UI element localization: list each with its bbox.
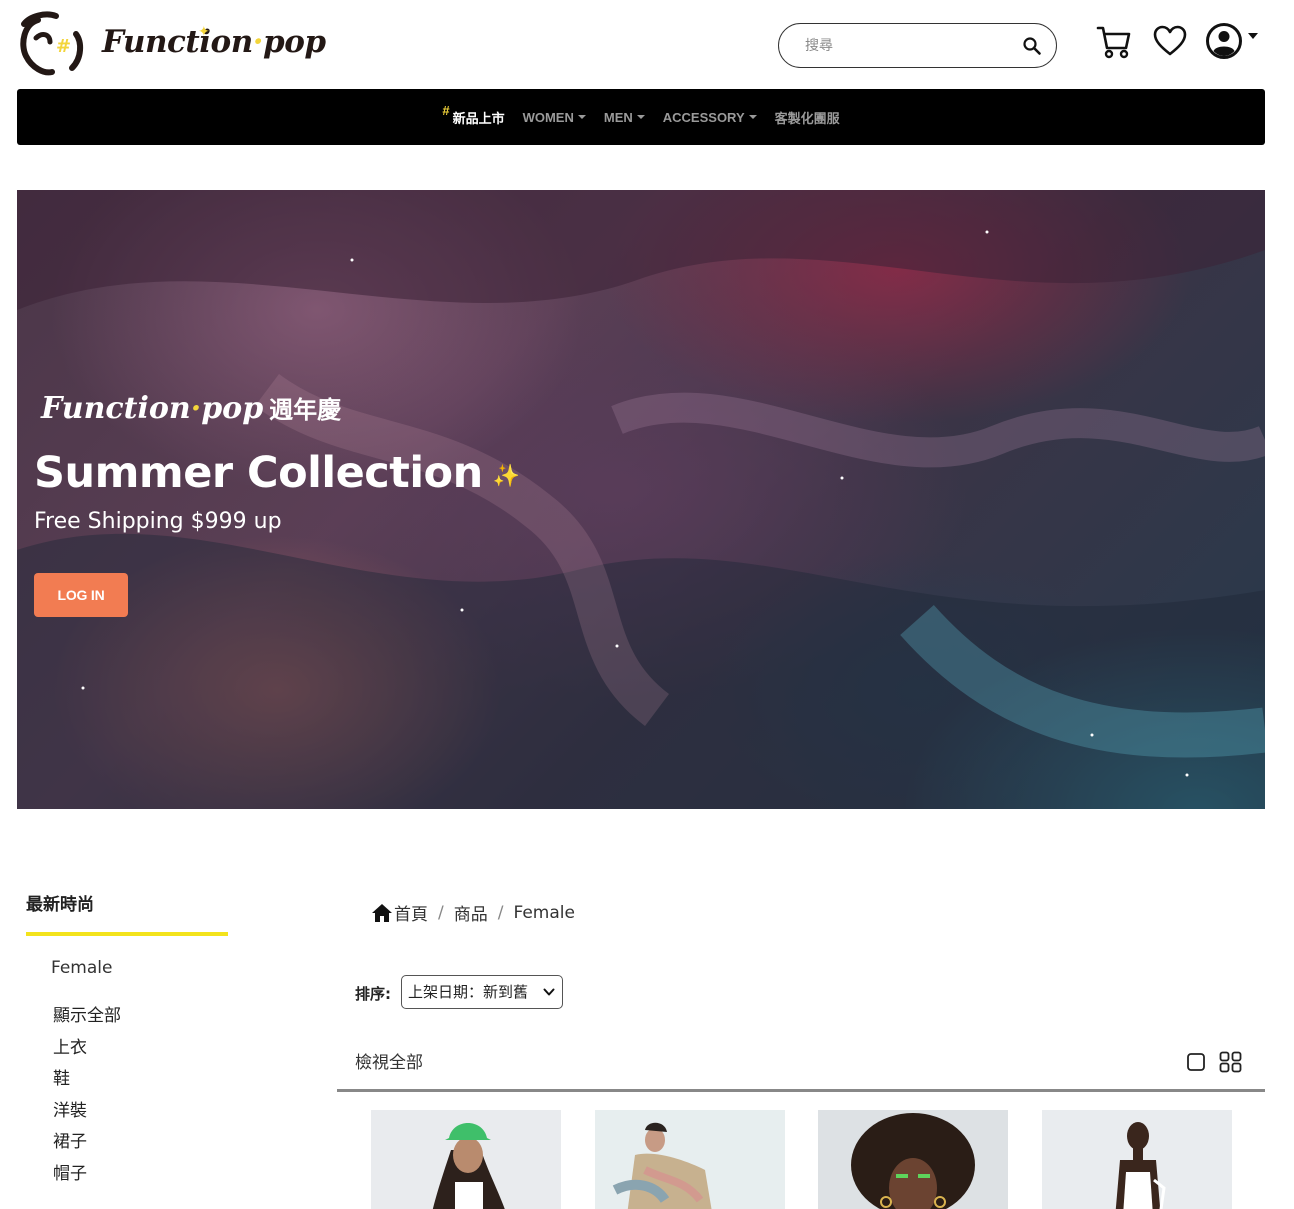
login-button[interactable]: LOG IN [34, 573, 128, 617]
hero-background-image [17, 190, 1265, 809]
product-card[interactable] [1042, 1110, 1232, 1209]
breadcrumb-current: Female [513, 902, 575, 923]
nav-label: WOMEN [522, 109, 574, 125]
sidebar-link-tops[interactable]: 上衣 [53, 1035, 121, 1067]
sidebar-link-show-all[interactable]: 顯示全部 [53, 1003, 121, 1035]
search-box [778, 23, 1057, 68]
chevron-down-icon[interactable] [543, 987, 555, 997]
nav-item-new-arrivals[interactable]: # 新品上市 [433, 103, 513, 127]
view-all-label: 檢視全部 [355, 1053, 423, 1073]
sidebar-link-list: 顯示全部 上衣 鞋 洋裝 裙子 帽子 [53, 1003, 121, 1193]
logo-sparkle-icon: ✦ [198, 24, 210, 40]
nav-label: 新品上市 [452, 110, 505, 126]
hash-icon: # [442, 102, 450, 118]
breadcrumb: 首頁 / 商品 / Female [371, 900, 575, 925]
brand-logo[interactable]: # Function·pop ✦ [16, 10, 326, 76]
nav-item-women[interactable]: WOMEN [514, 110, 595, 125]
caret-down-icon [577, 115, 586, 119]
product-card[interactable] [371, 1110, 561, 1209]
nav-label: 客製化團服 [774, 110, 840, 126]
hero-brand-logo: Function·pop [41, 391, 264, 426]
logo-wordmark: Function·pop [102, 24, 326, 60]
hero-brand: Function·pop 週年慶 [41, 390, 341, 426]
breadcrumb-home[interactable]: 首頁 [394, 900, 428, 925]
nav-item-custom-uniforms[interactable]: 客製化團服 [766, 108, 849, 127]
caret-down-icon [748, 115, 757, 119]
grid-view-icon[interactable] [1219, 1051, 1242, 1073]
sidebar-link-hats[interactable]: 帽子 [53, 1161, 121, 1193]
sidebar-link-dresses[interactable]: 洋裝 [53, 1098, 121, 1130]
logo-hash: # [56, 36, 71, 57]
product-image [818, 1110, 1008, 1209]
hero-title: Summer Collection ✨ [34, 448, 520, 498]
hero-subtitle: Free Shipping $999 up [34, 509, 282, 534]
sidebar-link-skirts[interactable]: 裙子 [53, 1129, 121, 1161]
sidebar-link-shoes[interactable]: 鞋 [53, 1066, 121, 1098]
breadcrumb-products[interactable]: 商品 [454, 900, 488, 925]
logo-mark-icon: # [20, 11, 84, 76]
nav-item-accessory[interactable]: ACCESSORY [654, 110, 766, 125]
product-image [595, 1110, 785, 1209]
nav-label: MEN [603, 109, 633, 125]
listing-divider [337, 1089, 1265, 1092]
heart-icon[interactable] [1153, 25, 1187, 57]
hero-brand-suffix: 週年慶 [269, 396, 342, 424]
search-input[interactable] [805, 34, 1015, 58]
sort-select[interactable]: 上架日期：新到舊 [401, 975, 563, 1009]
caret-down-icon [636, 115, 645, 119]
product-image [1042, 1110, 1232, 1209]
sort-label: 排序: [355, 985, 391, 1003]
search-icon[interactable] [1022, 36, 1042, 56]
sidebar-title-underline [26, 932, 228, 936]
main-navbar: # 新品上市 WOMEN MEN ACCESSORY 客製化團服 [17, 89, 1265, 145]
nav-item-men[interactable]: MEN [595, 110, 654, 125]
product-image [371, 1110, 561, 1209]
hero-banner: Function·pop 週年慶 Summer Collection ✨ Free … [17, 190, 1265, 809]
cart-icon[interactable] [1096, 24, 1132, 60]
user-icon[interactable] [1205, 22, 1243, 60]
sparkle-icon: ✨ [492, 464, 520, 489]
home-icon[interactable] [371, 903, 393, 923]
product-card[interactable] [818, 1110, 1008, 1209]
sidebar-category-female[interactable]: Female [51, 958, 112, 978]
nav-label: ACCESSORY [662, 109, 745, 125]
caret-down-icon[interactable] [1248, 33, 1258, 39]
single-view-icon[interactable] [1186, 1052, 1206, 1072]
breadcrumb-separator: / [497, 902, 504, 923]
sidebar-title: 最新時尚 [26, 895, 94, 915]
breadcrumb-separator: / [438, 902, 444, 923]
product-card[interactable] [595, 1110, 785, 1209]
